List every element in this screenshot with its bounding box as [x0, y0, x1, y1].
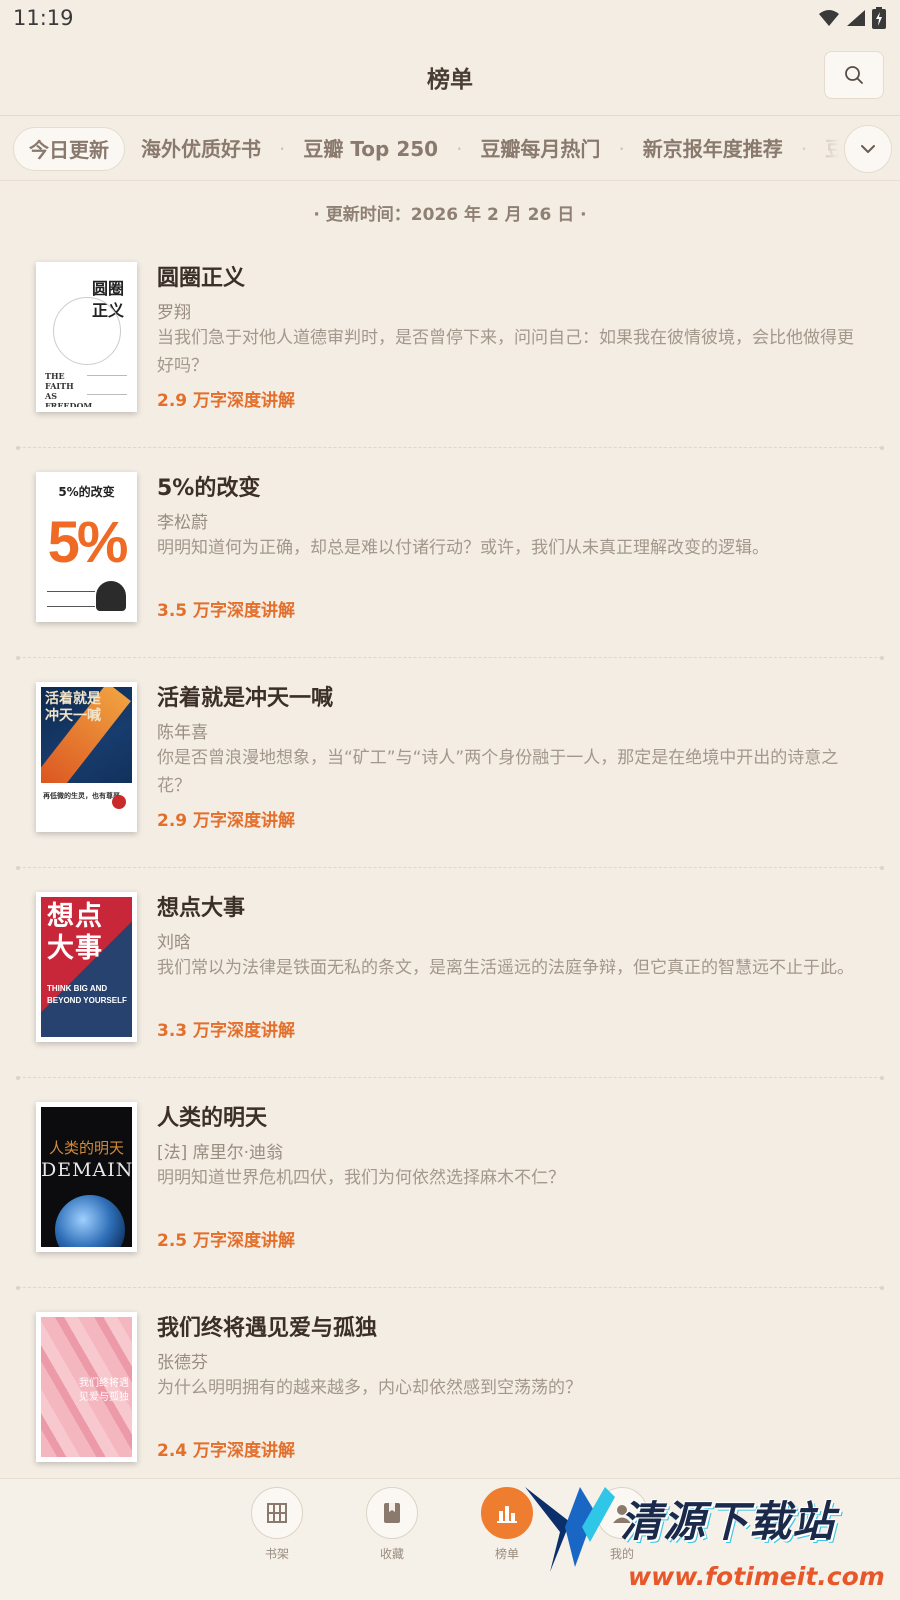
favorites-button[interactable] [366, 1487, 418, 1539]
nav-favorites[interactable]: 收藏 [362, 1487, 422, 1562]
cover-small-text [47, 591, 95, 607]
tab-overseas-books[interactable]: 海外优质好书 [125, 127, 277, 171]
status-bar: 11:19 [0, 0, 900, 36]
status-icons [818, 7, 886, 29]
book-item[interactable]: 我们终将遇见爱与孤独 我们终将遇见爱与孤独 张德芬 为什么明明拥有的越来越多，内… [16, 1288, 884, 1500]
nav-label: 收藏 [379, 1547, 404, 1561]
book-title: 我们终将遇见爱与孤独 [157, 1316, 378, 1341]
signal-icon [847, 10, 865, 26]
book-title: 5%的改变 [157, 476, 261, 501]
nav-label: 书架 [264, 1547, 289, 1561]
book-description: 我们常以为法律是铁面无私的条文，是离生活遥远的法庭争辩，但它真正的智慧远不止于此… [157, 958, 854, 978]
book-cover: 想点大事 THINK BIG AND BEYOND YOURSELF [36, 892, 137, 1042]
book-item[interactable]: 圆圈 正义 THE FAITH AS FREEDOM 圆圈正义 罗翔 当我们急于… [16, 238, 884, 450]
battery-icon [872, 7, 886, 29]
expand-tabs-button[interactable] [844, 125, 892, 173]
book-list: 圆圈 正义 THE FAITH AS FREEDOM 圆圈正义 罗翔 当我们急于… [0, 238, 900, 1500]
chevron-down-icon [861, 145, 875, 153]
tab-douban-top250[interactable]: 豆瓣 Top 250 [287, 127, 454, 171]
book-description: 明明知道何为正确，却总是难以付诸行动？或许，我们从未真正理解改变的逻辑。 [157, 538, 769, 558]
book-cover: 5%的改变 5% [36, 472, 137, 622]
book-length: 2.9 万字深度讲解 [157, 811, 296, 831]
book-item[interactable]: 人类的明天 DEMAIN 人类的明天 [法] 席里尔·迪翁 明明知道世界危机四伏… [16, 1078, 884, 1290]
cover-small-text [87, 375, 127, 395]
page-title: 榜单 [427, 67, 473, 93]
watermark-title: 清源下载站 [620, 1497, 836, 1546]
cover-title-1: 圆圈 [91, 279, 124, 298]
book-title: 想点大事 [157, 896, 246, 921]
watermark-logo: 清源下载站 www.fotimeit.com [520, 1482, 890, 1600]
book-cover: 活着就是冲天一喊 再低微的生灵，也有尊严 [36, 682, 137, 832]
tab-xinjingbao-annual[interactable]: 新京报年度推荐 [627, 127, 799, 171]
cover-title: 活着就是冲天一喊 [45, 691, 101, 724]
cover-title: 人类的明天 [48, 1139, 124, 1157]
book-item[interactable]: 想点大事 THINK BIG AND BEYOND YOURSELF 想点大事 … [16, 868, 884, 1080]
book-length: 3.3 万字深度讲解 [157, 1021, 296, 1041]
top-header: 榜单 [0, 36, 900, 116]
status-time: 11:19 [13, 6, 74, 30]
book-item[interactable]: 5%的改变 5% 5%的改变 李松蔚 明明知道何为正确，却总是难以付诸行动？或许… [16, 448, 884, 660]
search-button[interactable] [824, 51, 884, 99]
tab-separator: · [456, 137, 463, 161]
book-length: 2.4 万字深度讲解 [157, 1441, 296, 1461]
book-description: 明明知道世界危机四伏，我们为何依然选择麻木不仁？ [157, 1168, 565, 1188]
book-author: [法] 席里尔·迪翁 [157, 1143, 284, 1163]
cover-earth [55, 1195, 125, 1247]
tab-separator: · [279, 137, 286, 161]
cover-circle [53, 297, 121, 365]
book-cover: 圆圈 正义 THE FAITH AS FREEDOM [36, 262, 137, 412]
book-author: 张德芬 [157, 1353, 208, 1373]
cover-title: 5%的改变 [58, 485, 115, 499]
book-description: 当我们急于对他人道德审判时，是否曾停下来，问问自己：如果我在彼情彼境，会比他做得… [157, 328, 854, 376]
search-icon [845, 66, 863, 84]
tab-today-update[interactable]: 今日更新 [13, 127, 125, 171]
book-title: 圆圈正义 [157, 266, 246, 291]
cover-subtitle: THE FAITH AS FREEDOM [45, 371, 93, 407]
book-length: 3.5 万字深度讲解 [157, 601, 296, 621]
book-title: 人类的明天 [157, 1106, 268, 1131]
book-cover: 人类的明天 DEMAIN [36, 1102, 137, 1252]
bookshelf-button[interactable] [251, 1487, 303, 1539]
cover-seal [112, 795, 126, 809]
cover-big-text: 5% [47, 510, 129, 575]
book-author: 李松蔚 [157, 513, 208, 533]
bookmark-icon [384, 1503, 400, 1523]
book-description: 你是否曾浪漫地想象，当“矿工”与“诗人”两个身份融于一人，那定是在绝境中开出的诗… [157, 748, 839, 796]
book-item[interactable]: 活着就是冲天一喊 再低微的生灵，也有尊严 活着就是冲天一喊 陈年喜 你是否曾浪漫… [16, 658, 884, 870]
ranking-icon [497, 1506, 517, 1523]
bookshelf-icon [267, 1503, 287, 1523]
cover-title: 我们终将遇见爱与孤独 [79, 1378, 129, 1403]
wifi-icon [819, 10, 839, 26]
cover-subtitle: DEMAIN [41, 1159, 132, 1181]
nav-bookshelf[interactable]: 书架 [247, 1487, 307, 1562]
update-time: · 更新时间：2026 年 2 月 26 日 · [313, 205, 587, 225]
book-title: 活着就是冲天一喊 [157, 686, 334, 711]
watermark-emblem-icon [525, 1487, 615, 1572]
tab-douban-monthly[interactable]: 豆瓣每月热门 [464, 127, 616, 171]
book-length: 2.9 万字深度讲解 [157, 391, 296, 411]
book-description: 为什么明明拥有的越来越多，内心却依然感到空荡荡的？ [157, 1378, 582, 1398]
book-length: 2.5 万字深度讲解 [157, 1231, 296, 1251]
book-author: 罗翔 [157, 303, 191, 323]
watermark-url: www.fotimeit.com [628, 1562, 885, 1591]
tab-separator: · [618, 137, 625, 161]
cover-title: 想点大事 [47, 901, 103, 964]
book-author: 刘晗 [157, 933, 191, 953]
book-author: 陈年喜 [157, 723, 208, 743]
cover-subtitle: THINK BIG AND BEYOND YOURSELF [47, 984, 127, 1005]
category-tabs: 今日更新 海外优质好书 · 豆瓣 Top 250 · 豆瓣每月热门 · 新京报年… [0, 117, 900, 181]
cover-portrait [96, 581, 126, 611]
book-cover: 我们终将遇见爱与孤独 [36, 1312, 137, 1462]
